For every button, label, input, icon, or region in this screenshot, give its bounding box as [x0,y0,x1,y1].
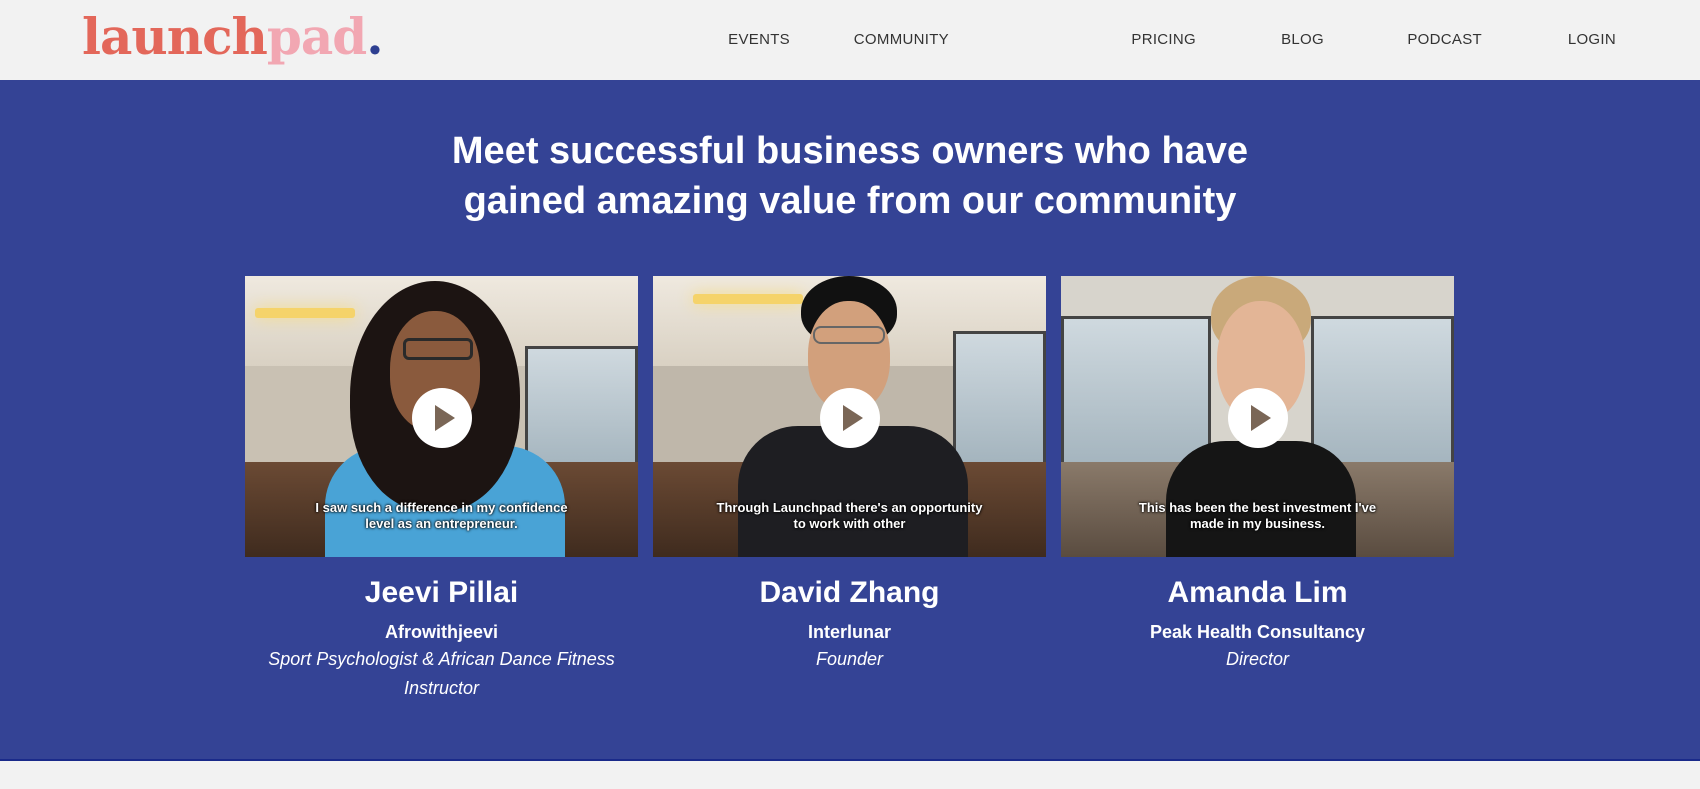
site-header: launchpad. EVENTS COMMUNITY PRICING BLOG… [0,0,1700,80]
video-caption: I saw such a difference in my confidence… [315,500,568,531]
video-thumbnail[interactable]: Through Launchpad there's an opportunity… [653,276,1046,557]
video-thumbnail[interactable]: I saw such a difference in my confidence… [245,276,638,557]
logo-part-launch: launch [82,7,268,66]
launchpad-logo[interactable]: launchpad. [82,4,384,70]
nav-item-community[interactable]: COMMUNITY [854,31,949,48]
next-section-strip [0,763,1700,789]
testimonial-card: Through Launchpad there's an opportunity… [653,276,1046,674]
headline-line-2: gained amazing value from our community [463,180,1237,222]
testimonial-card: This has been the best investment I've m… [1061,276,1454,674]
testimonial-role: Sport Psychologist & African Dance Fitne… [268,649,615,698]
play-icon [842,405,863,431]
testimonial-name: Amanda Lim [1167,576,1348,609]
play-button[interactable] [1227,388,1288,448]
nav-item-events[interactable]: EVENTS [728,31,790,48]
video-caption: Through Launchpad there's an opportunity… [716,500,983,531]
testimonials-section: Meet successful business owners who have… [0,80,1700,761]
nav-item-login[interactable]: LOGIN [1568,31,1616,48]
video-caption: This has been the best investment I've m… [1138,500,1377,531]
testimonial-role: Director [1225,649,1289,669]
ceiling-light [255,308,355,318]
nav-item-pricing[interactable]: PRICING [1131,31,1196,48]
ceiling-light [693,294,803,304]
section-headline: Meet successful business owners who have… [0,126,1700,226]
play-button[interactable] [819,388,880,448]
testimonial-name: Jeevi Pillai [364,576,519,609]
video-thumbnail[interactable]: This has been the best investment I've m… [1061,276,1454,557]
logo-dot: . [366,7,383,66]
logo-part-pad: pad [266,7,367,66]
testimonial-company: Peak Health Consultancy [1149,622,1366,642]
nav-item-blog[interactable]: BLOG [1281,31,1324,48]
testimonial-name: David Zhang [759,576,940,609]
testimonial-role: Founder [815,649,884,669]
testimonial-card: I saw such a difference in my confidence… [245,276,638,703]
play-button[interactable] [411,388,472,448]
headline-line-1: Meet successful business owners who have [451,130,1249,172]
office-window [953,331,1046,481]
nav-item-podcast[interactable]: PODCAST [1407,31,1482,48]
play-icon [434,405,455,431]
play-icon [1250,405,1271,431]
testimonial-company: Interlunar [807,622,891,642]
testimonial-company: Afrowithjeevi [384,622,499,642]
